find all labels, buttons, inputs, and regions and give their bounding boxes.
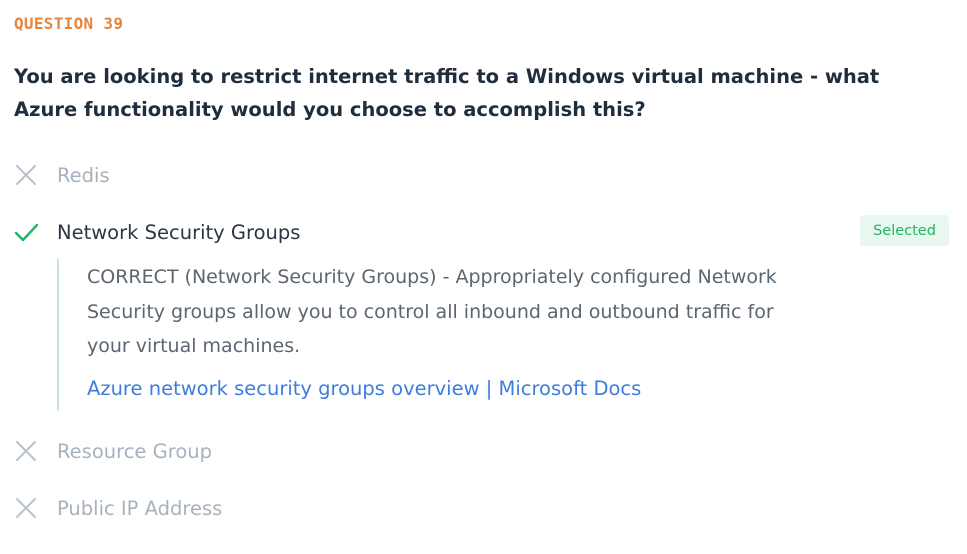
answer-option-public-ip-address[interactable]: Public IP Address [14, 493, 222, 523]
answer-option-label: Public IP Address [57, 496, 223, 520]
answer-option-redis[interactable]: Redis [14, 160, 110, 190]
answer-explanation: CORRECT (Network Security Groups) - Appr… [57, 259, 837, 411]
question-text: You are looking to restrict internet tra… [14, 65, 880, 121]
question-number-label: QUESTION 39 [14, 14, 124, 33]
answer-option-label: Redis [57, 163, 110, 187]
answer-option-network-security-groups[interactable]: Network Security Groups [14, 217, 300, 247]
check-icon [14, 220, 39, 244]
answer-option-label: Resource Group [57, 439, 212, 463]
explanation-text: CORRECT (Network Security Groups) - Appr… [87, 266, 777, 357]
selected-badge: Selected [860, 215, 949, 246]
docs-link[interactable]: Azure network security groups overview |… [87, 377, 837, 400]
x-icon [14, 496, 38, 520]
x-icon [14, 439, 38, 463]
x-icon [14, 163, 38, 187]
answer-option-label: Network Security Groups [57, 220, 301, 244]
answer-option-resource-group[interactable]: Resource Group [14, 436, 212, 466]
